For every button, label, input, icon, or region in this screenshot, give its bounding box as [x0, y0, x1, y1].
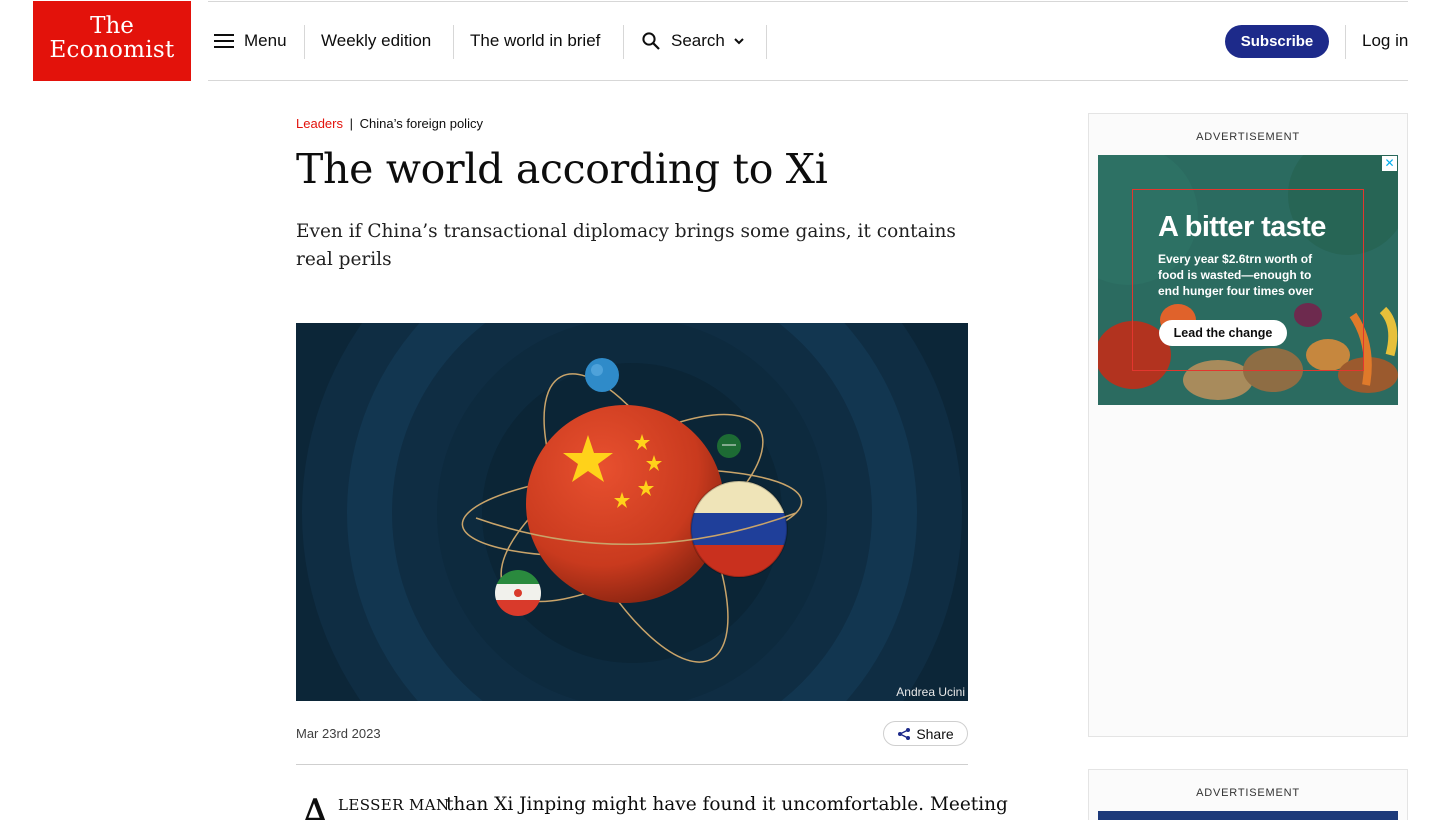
menu-button[interactable]: Menu	[214, 2, 287, 80]
menu-icon	[214, 34, 234, 48]
article-headline: The world according to Xi	[296, 145, 828, 193]
logo-line-2: Economist	[49, 37, 175, 63]
subscribe-button[interactable]: Subscribe	[1225, 25, 1329, 58]
advertisement-label: ADVERTISEMENT	[1196, 787, 1300, 799]
nav-divider	[623, 25, 624, 59]
article-rubric: Leaders | China’s foreign policy	[296, 116, 483, 131]
nav-divider	[766, 25, 767, 59]
advertisement-label: ADVERTISEMENT	[1196, 131, 1300, 143]
article-divider	[296, 764, 968, 765]
ad-creative-2[interactable]	[1098, 811, 1398, 820]
sidebar-advertisement: ADVERTISEMENT ✕ A bitter taste Every yea…	[1088, 113, 1408, 737]
rubric-divider: |	[349, 116, 353, 131]
search-button[interactable]: Search	[641, 2, 745, 80]
chevron-down-icon	[734, 38, 744, 45]
image-credit: Andrea Ucini	[896, 685, 965, 699]
nav-divider	[453, 25, 454, 59]
share-button[interactable]: Share	[883, 721, 968, 746]
search-label: Search	[671, 31, 725, 50]
close-icon[interactable]: ✕	[1382, 156, 1397, 171]
top-navigation: Menu Weekly edition The world in brief S…	[208, 1, 1408, 81]
economist-logo[interactable]: The Economist	[33, 1, 191, 81]
ad-cta-button[interactable]: Lead the change	[1159, 320, 1287, 346]
sidebar-advertisement-2: ADVERTISEMENT	[1088, 769, 1408, 820]
nav-divider	[304, 25, 305, 59]
hero-illustration	[296, 323, 968, 701]
opening-text: than Xi Jinping might have found it unco…	[446, 794, 1008, 815]
hero-image: Andrea Ucini	[296, 323, 968, 701]
login-link[interactable]: Log in	[1362, 2, 1408, 80]
world-in-brief-link[interactable]: The world in brief	[470, 2, 600, 80]
ad-text: Every year $2.6trn worth of food is wast…	[1158, 252, 1314, 298]
nav-divider	[1345, 25, 1346, 59]
search-icon	[642, 32, 660, 50]
publish-date: Mar 23rd 2023	[296, 726, 381, 741]
opening-small-caps: LESSER MAN	[338, 796, 450, 814]
share-icon	[898, 727, 911, 740]
share-label: Share	[916, 725, 954, 742]
ad-title: A bitter taste	[1158, 211, 1326, 243]
section-link[interactable]: Leaders	[296, 116, 343, 131]
topic-label[interactable]: China’s foreign policy	[360, 116, 483, 131]
drop-cap: A	[300, 790, 331, 820]
article-subheadline: Even if China’s transactional diplomacy …	[296, 221, 956, 270]
weekly-edition-link[interactable]: Weekly edition	[321, 2, 431, 80]
logo-line-1: The	[90, 13, 134, 39]
ad-creative[interactable]: ✕ A bitter taste Every year $2.6trn wort…	[1098, 155, 1398, 405]
menu-label: Menu	[244, 31, 287, 50]
